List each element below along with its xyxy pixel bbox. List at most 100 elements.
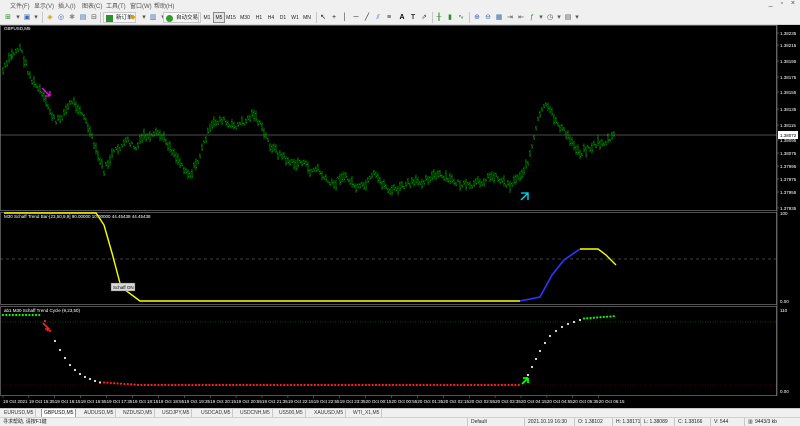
timeframe-h4[interactable]: H4: [265, 12, 277, 23]
timeframe-w1[interactable]: W1: [289, 12, 301, 23]
candlestick-icon[interactable]: ▮: [445, 12, 455, 23]
vertical-line-icon[interactable]: │: [340, 12, 350, 23]
chart-canvas[interactable]: GBPUSD,M5 1.38072 1.382351.382151.381951…: [0, 25, 800, 408]
price-bar: [111, 148, 113, 159]
sell-signal-icon: [42, 322, 51, 332]
price-bar: [459, 180, 461, 191]
price-bar: [419, 181, 421, 185]
price-bar: [365, 179, 367, 191]
stc-dot: [18, 313, 21, 317]
tile-windows-icon[interactable]: ▦: [494, 12, 504, 23]
price-bar: [37, 85, 39, 92]
price-bar: [513, 175, 515, 185]
price-bar: [187, 168, 189, 180]
price-bar: [463, 180, 465, 185]
menu-help[interactable]: 帮助(H): [154, 1, 174, 10]
stc-dot: [463, 383, 466, 387]
timeframe-h1[interactable]: H1: [253, 12, 265, 23]
fibonacci-icon[interactable]: ≡: [384, 12, 394, 23]
cursor-icon[interactable]: ↖: [318, 12, 328, 23]
stc-dot: [140, 383, 143, 387]
price-bar: [83, 113, 85, 121]
price-bar: [129, 142, 131, 147]
indicator1-top-tick: 100: [780, 211, 788, 216]
dropdown-arrow-icon[interactable]: ▾: [31, 12, 41, 23]
trendline-icon[interactable]: ╱: [362, 12, 372, 23]
price-bar: [273, 143, 275, 152]
price-tick-label: 1.38075: [780, 151, 797, 156]
price-axis: 1.38235 1.38215 1.38195 1.38175 1.38155 1.381…: [777, 31, 797, 211]
menu-tools[interactable]: 工具(T): [106, 1, 126, 10]
stc-dot: [293, 383, 296, 387]
data-window-icon[interactable]: ◎: [56, 12, 66, 23]
price-bar: [449, 172, 451, 185]
crosshair-icon[interactable]: +: [329, 12, 339, 23]
chart-shift-icon[interactable]: ⇤: [516, 12, 526, 23]
timeframe-m1[interactable]: M1: [201, 12, 213, 23]
price-bar: [283, 151, 285, 159]
stc-dot: [269, 383, 272, 387]
terminal-icon[interactable]: ▤: [78, 12, 88, 23]
price-bar: [557, 122, 559, 127]
time-tick-label: 19 Oct 23:35: [340, 399, 366, 404]
timeframe-m30[interactable]: M30: [239, 12, 251, 23]
price-bar: [219, 115, 221, 123]
stc-dot: [586, 317, 589, 320]
menu-window[interactable]: 窗口(W): [130, 1, 152, 10]
bar-chart-icon[interactable]: ╫: [434, 12, 444, 23]
zoom-out-icon[interactable]: ⊖: [483, 12, 493, 23]
stc-dot: [289, 383, 293, 387]
price-bar: [533, 134, 535, 141]
zoom-in-icon[interactable]: ⊕: [472, 12, 482, 23]
indicator2-top-tick: 110: [780, 308, 788, 313]
price-bar: [393, 183, 395, 192]
menu-view[interactable]: 显示(V): [34, 1, 54, 10]
tester-icon[interactable]: ⊟: [89, 12, 99, 23]
stc-dot: [174, 383, 177, 387]
timeframe-d1[interactable]: D1: [277, 12, 289, 23]
stc-dot: [279, 383, 282, 387]
stc-dot: [317, 383, 320, 387]
stc-dot: [238, 383, 242, 387]
arrows-icon[interactable]: ⇗: [419, 12, 429, 23]
indicator2-pane-border: [0, 306, 777, 396]
auto-trading-button[interactable]: 自动交易: [163, 12, 202, 23]
price-bar: [249, 114, 251, 123]
time-tick-label: 20 Oct 04:55: [547, 399, 573, 404]
price-bar: [261, 122, 263, 132]
signals-icon[interactable]: ▥: [148, 12, 158, 23]
menu-insert[interactable]: 插入(I): [58, 1, 76, 10]
timeframe-m5[interactable]: M5: [213, 12, 225, 23]
price-bar: [535, 125, 537, 131]
window-control-buttons[interactable]: _ ▫ ×: [769, 0, 798, 7]
stc-dot: [334, 383, 337, 387]
stc-dot: [204, 383, 208, 387]
timeframe-mn[interactable]: MN: [301, 12, 313, 23]
horizontal-line-icon[interactable]: ─: [351, 12, 361, 23]
menu-charts[interactable]: 图表(C): [82, 1, 102, 10]
stc-dot: [116, 382, 119, 385]
price-bar: [611, 131, 613, 141]
metaeditor-icon[interactable]: ◆: [128, 12, 138, 23]
new-chart-icon[interactable]: ⊞: [3, 12, 13, 23]
price-bar: [229, 124, 231, 128]
stc-dot: [560, 325, 564, 329]
market-watch-icon[interactable]: ◈: [45, 12, 55, 23]
price-bar: [97, 150, 99, 162]
equidistant-channel-icon[interactable]: ⫽: [373, 12, 383, 23]
price-bar: [545, 102, 547, 107]
timeframe-m15[interactable]: M15: [225, 12, 237, 23]
chart-window[interactable]: GBPUSD,M5 1.38072 1.38235 1.38215 1.38195 1…: [0, 25, 800, 408]
navigator-icon[interactable]: ✱: [67, 12, 77, 23]
line-chart-icon[interactable]: ∿: [456, 12, 466, 23]
price-bar: [321, 171, 323, 180]
autoscroll-icon[interactable]: ⇥: [505, 12, 515, 23]
text-icon[interactable]: A: [397, 12, 407, 23]
price-bar: [531, 144, 533, 149]
price-bar: [8, 52, 10, 64]
price-bar: [439, 170, 441, 178]
menu-file[interactable]: 文件(F): [10, 1, 30, 10]
text-label-icon[interactable]: T: [408, 12, 418, 23]
price-bar: [437, 169, 439, 179]
dropdown-arrow-icon[interactable]: ▾: [572, 12, 582, 23]
